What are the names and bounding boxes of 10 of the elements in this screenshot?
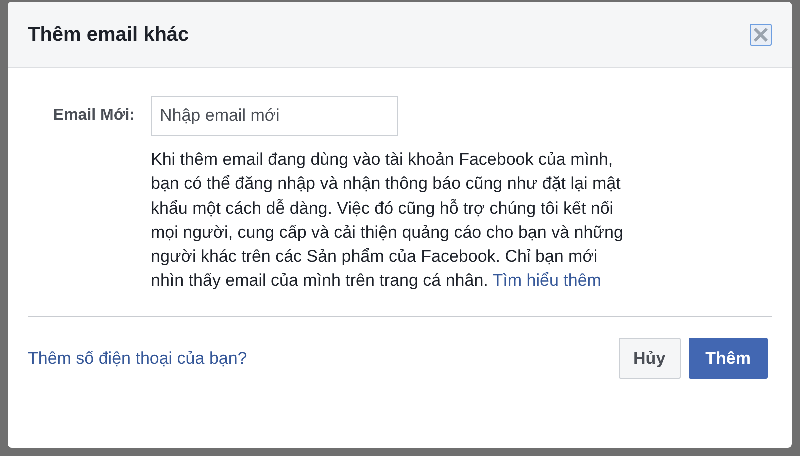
- description-text: Khi thêm email đang dùng vào tài khoản Facebook của mình, bạn có thể đăng nhập và nhận thông báo cũng như đặt lại mật khẩu một cách dễ dàng. Việc đó cũng hỗ trợ chúng tôi kết nối mọi người, cung cấp và cải thiện quảng cáo cho bạn và những người khác trên các Sản phẩm của Facebook. Chỉ bạn mới nhìn thấy email của mình trên trang cá nhân. Tìm hiểu thêm: [151, 149, 624, 292]
- email-input-field[interactable]: Nhập email mới: [151, 96, 398, 136]
- cancel-button[interactable]: Hủy: [618, 338, 681, 380]
- dialog-title: Thêm email khác: [28, 22, 190, 48]
- add-button[interactable]: Thêm: [688, 338, 768, 380]
- field-label: Email Mới:: [52, 106, 135, 126]
- close-icon: [753, 26, 769, 42]
- add-phone-link[interactable]: Thêm số điện thoại của bạn?: [28, 346, 248, 372]
- close-button[interactable]: [750, 24, 772, 46]
- learn-more-link[interactable]: Tìm hiểu thêm: [492, 271, 602, 290]
